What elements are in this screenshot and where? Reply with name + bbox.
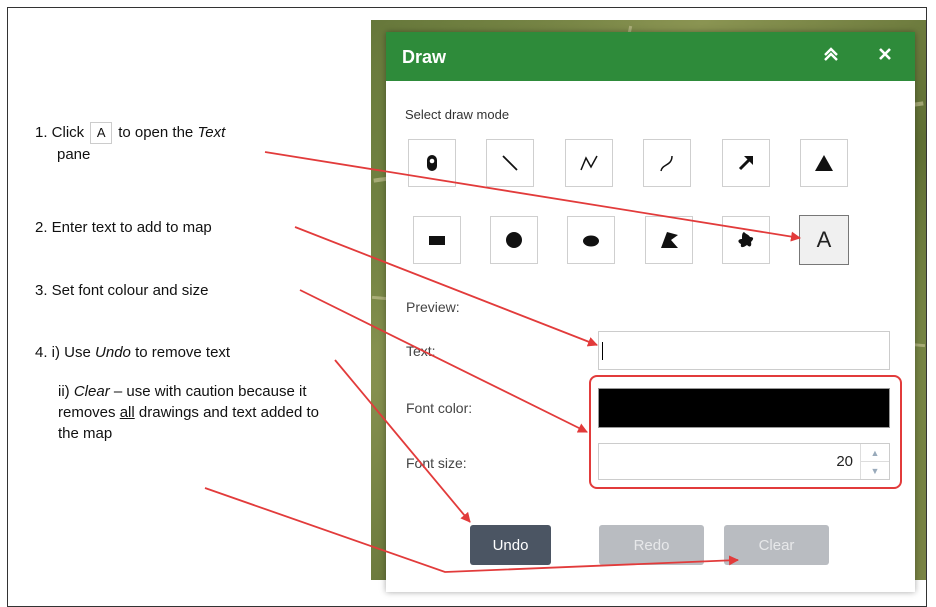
arrow-icon bbox=[738, 156, 753, 171]
triangle-icon bbox=[815, 155, 833, 171]
map-pin-icon bbox=[427, 155, 437, 171]
instruction-step3: 3. Set font colour and size bbox=[35, 282, 209, 299]
point-tool[interactable] bbox=[408, 139, 456, 187]
instruction-step2: 2. Enter text to add to map bbox=[35, 219, 212, 236]
triangle-tool[interactable] bbox=[800, 139, 848, 187]
step4-suffix: to remove text bbox=[135, 344, 231, 361]
step4b-emph: Clear bbox=[73, 383, 110, 400]
draw-panel: Draw Select draw mode A Preview: Text: F… bbox=[386, 32, 915, 592]
preview-label: Preview: bbox=[406, 299, 460, 315]
polygon-tool[interactable] bbox=[645, 216, 693, 264]
freehand-polygon-icon bbox=[738, 232, 754, 248]
circle-icon bbox=[506, 232, 522, 248]
polyline-tool[interactable] bbox=[565, 139, 613, 187]
step4b-prefix: ii) bbox=[58, 383, 70, 400]
step4b-underline: all bbox=[119, 404, 135, 421]
circle-tool[interactable] bbox=[490, 216, 538, 264]
font-size-label: Font size: bbox=[406, 455, 467, 471]
step1-suffix: pane bbox=[57, 146, 91, 163]
clear-button[interactable]: Clear bbox=[724, 525, 829, 565]
instruction-step1: 1. Click Ato open the Text bbox=[35, 122, 226, 145]
text-tool-inline-icon: A bbox=[90, 122, 113, 145]
line-tool[interactable] bbox=[486, 139, 534, 187]
rectangle-tool[interactable] bbox=[413, 216, 461, 264]
step4-emph: Undo bbox=[95, 344, 131, 361]
line-icon bbox=[502, 155, 518, 171]
font-color-label: Font color: bbox=[406, 400, 473, 416]
text-label: Text: bbox=[406, 343, 436, 359]
undo-button[interactable]: Undo bbox=[470, 525, 551, 565]
step1-mid: to open the bbox=[118, 124, 194, 141]
rectangle-icon bbox=[429, 236, 445, 245]
redo-button[interactable]: Redo bbox=[599, 525, 704, 565]
text-input[interactable] bbox=[598, 331, 890, 370]
freehand-line-tool[interactable] bbox=[643, 139, 691, 187]
text-caret bbox=[602, 342, 603, 360]
double-chevron-up-icon[interactable] bbox=[823, 46, 839, 66]
close-icon[interactable] bbox=[878, 46, 892, 66]
font-settings-highlight bbox=[589, 375, 902, 489]
instruction-step4b: ii) Clear – use with caution because it … bbox=[58, 381, 328, 444]
text-tool[interactable]: A bbox=[799, 215, 849, 265]
freehand-line-icon bbox=[660, 155, 673, 172]
freehand-polygon-tool[interactable] bbox=[722, 216, 770, 264]
text-icon: A bbox=[816, 227, 832, 252]
instruction-step4: 4. i) Use Undo to remove text bbox=[35, 342, 230, 363]
polygon-icon bbox=[661, 232, 678, 248]
arrow-tool[interactable] bbox=[722, 139, 770, 187]
step1-prefix: 1. Click bbox=[35, 124, 85, 141]
draw-mode-label: Select draw mode bbox=[405, 107, 510, 122]
ellipse-icon bbox=[583, 235, 599, 247]
step4-prefix: 4. i) Use bbox=[35, 344, 91, 361]
polyline-icon bbox=[580, 155, 598, 171]
panel-title: Draw bbox=[402, 47, 447, 67]
panel-header: Draw bbox=[386, 32, 915, 81]
step1-emph: Text bbox=[197, 124, 226, 141]
ellipse-tool[interactable] bbox=[567, 216, 615, 264]
